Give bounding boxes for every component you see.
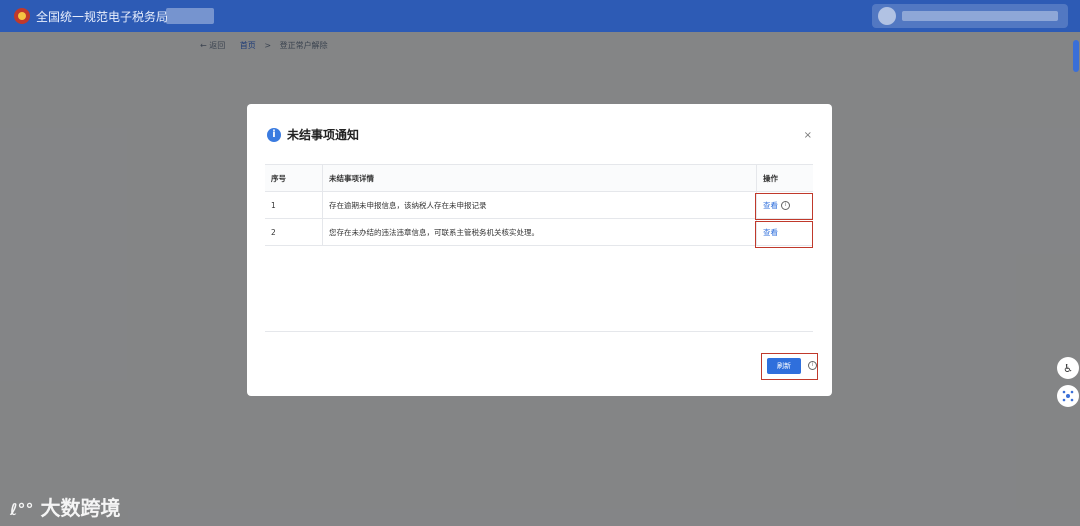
tax-emblem-icon — [14, 8, 30, 24]
row-detail: 您存在未办结的违法违章信息，可联系主管税务机关核实处理。 — [322, 218, 757, 246]
table-row: 2 您存在未办结的违法违章信息，可联系主管税务机关核实处理。 查看 — [265, 218, 813, 246]
column-header-action: 操作 — [756, 164, 813, 192]
user-name-blurred — [902, 11, 1058, 21]
accessibility-icon[interactable]: ♿ — [1057, 357, 1079, 379]
highlight-box — [755, 193, 813, 220]
top-header: 全国统一规范电子税务局 — [0, 0, 1080, 32]
info-icon: i — [267, 127, 281, 142]
table-row: 1 存在逾期未申报信息，该纳税人存在未申报记录 查看 i — [265, 191, 813, 219]
app-title: 全国统一规范电子税务局 — [36, 10, 169, 24]
pending-items-table: 序号 未结事项详情 操作 1 存在逾期未申报信息，该纳税人存在未申报记录 查看 i… — [265, 164, 813, 246]
dialog-divider — [265, 331, 813, 332]
row-index: 1 — [265, 191, 323, 219]
highlight-box — [755, 221, 813, 248]
user-menu[interactable] — [872, 4, 1068, 28]
column-header-index: 序号 — [265, 164, 323, 192]
dialog-title: 未结事项通知 — [287, 128, 360, 142]
watermark: ℓ°° 大数跨境 — [10, 496, 121, 520]
table-header-row: 序号 未结事项详情 操作 — [265, 164, 813, 192]
dialog-header: i 未结事项通知 — [267, 126, 359, 143]
row-index: 2 — [265, 218, 323, 246]
column-header-detail: 未结事项详情 — [322, 164, 757, 192]
region-label-blurred — [166, 8, 214, 24]
avatar — [878, 7, 896, 25]
assistant-icon[interactable] — [1057, 385, 1079, 407]
pending-items-dialog: i 未结事项通知 × 序号 未结事项详情 操作 1 存在逾期未申报信息，该纳税人… — [247, 104, 832, 396]
highlight-box — [761, 353, 818, 380]
scrollbar-thumb[interactable] — [1073, 40, 1079, 72]
row-detail: 存在逾期未申报信息，该纳税人存在未申报记录 — [322, 191, 757, 219]
close-icon[interactable]: × — [804, 130, 812, 141]
